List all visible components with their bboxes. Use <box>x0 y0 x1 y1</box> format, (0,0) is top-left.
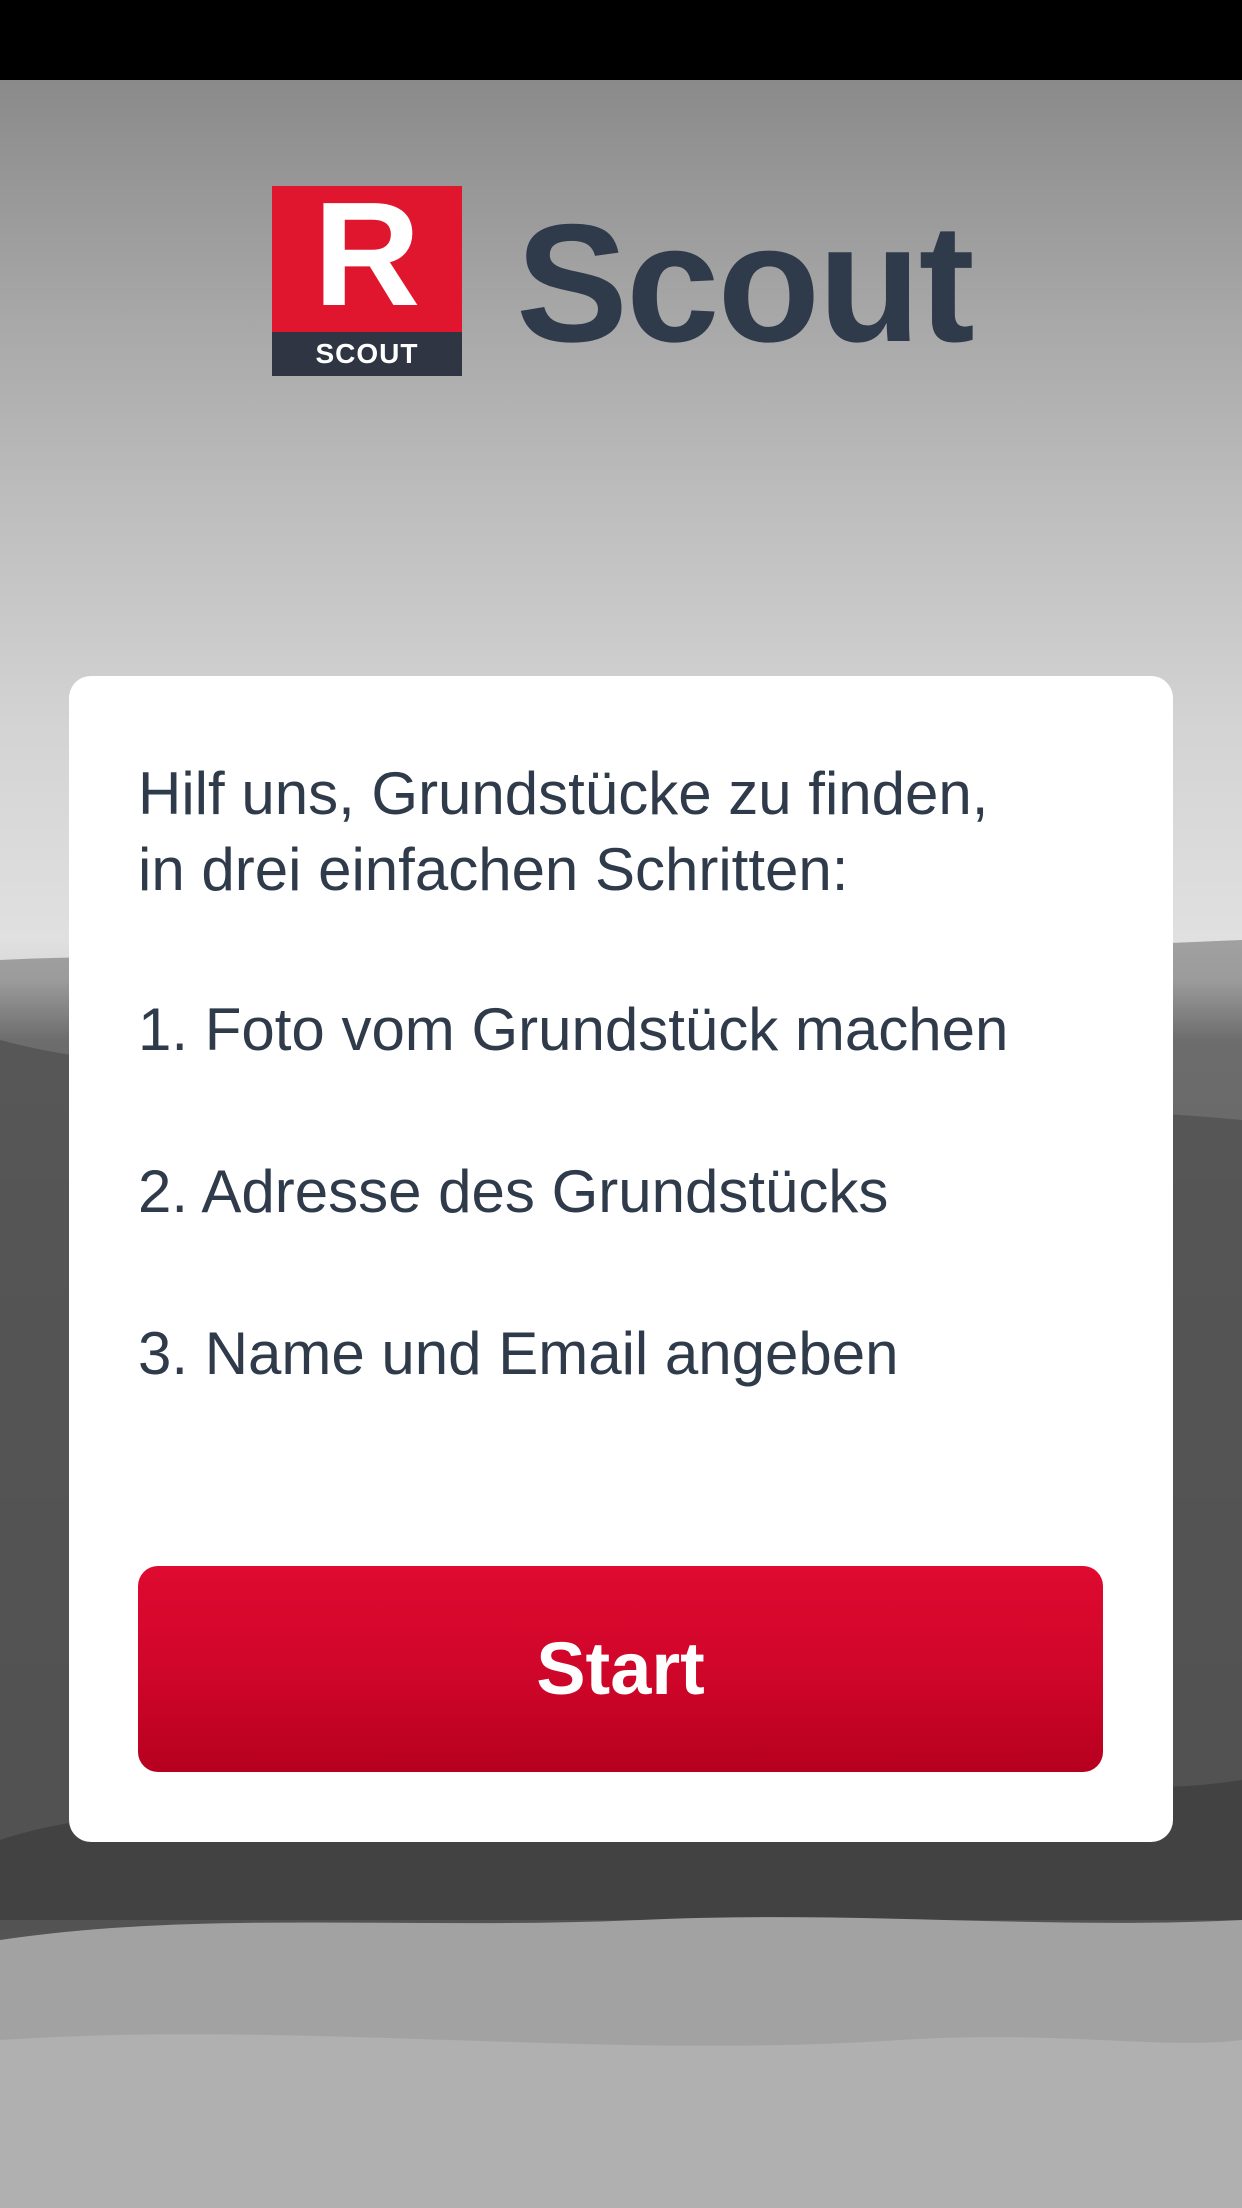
logo-badge-label: SCOUT <box>272 332 462 376</box>
step-3: 3. Name und Email angeben <box>138 1320 899 1387</box>
step-2: 2. Adresse des Grundstücks <box>138 1158 889 1225</box>
status-bar <box>0 0 1242 80</box>
intro-line-1: Hilf uns, Grundstücke zu finden, <box>138 760 989 827</box>
app-title: Scout <box>516 189 975 377</box>
screen: R SCOUT Scout Hilf uns, Grundstücke zu f… <box>0 0 1242 2208</box>
intro-line-2: in drei einfachen Schritten: <box>138 836 849 903</box>
intro-card: Hilf uns, Grundstücke zu finden, in drei… <box>69 676 1173 1842</box>
logo-letter: R <box>313 172 421 337</box>
start-button[interactable]: Start <box>138 1566 1103 1772</box>
intro-text: Hilf uns, Grundstücke zu finden, in drei… <box>138 756 1128 908</box>
scout-logo: R SCOUT <box>272 180 462 376</box>
logo-red-block: R <box>272 180 462 332</box>
step-1: 1. Foto vom Grundstück machen <box>138 996 1009 1063</box>
